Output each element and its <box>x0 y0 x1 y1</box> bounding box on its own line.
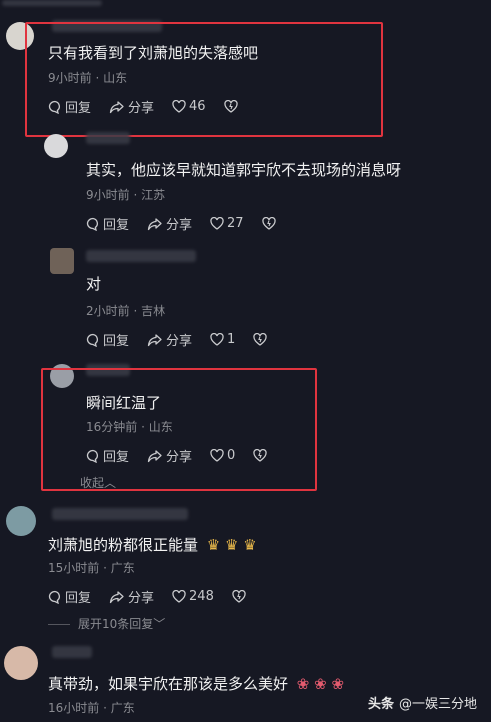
broken-heart-icon <box>261 217 276 230</box>
username[interactable] <box>52 508 188 520</box>
reply-icon <box>86 333 98 347</box>
watermark: 头条 @一娱三分地 <box>368 693 477 712</box>
highlight-box <box>41 368 317 491</box>
dislike-button[interactable] <box>261 217 279 230</box>
reply-icon <box>86 217 98 231</box>
username[interactable] <box>86 132 130 144</box>
avatar[interactable] <box>4 646 38 680</box>
heart-icon <box>210 217 224 230</box>
like-count: 248 <box>189 589 214 604</box>
comment-meta: 2小时前 · 吉林 <box>86 304 166 318</box>
reply-label: 回复 <box>103 334 130 349</box>
watermark-account: @一娱三分地 <box>398 697 477 712</box>
share-button[interactable]: 分享 <box>147 214 192 233</box>
rose-emoji-icon: ❀ ❀ ❀ <box>296 675 345 693</box>
broken-heart-icon <box>232 590 246 603</box>
comment-meta: 9小时前 · 江苏 <box>86 188 166 202</box>
share-icon <box>109 590 124 603</box>
heart-icon <box>210 333 224 346</box>
like-button[interactable]: 27 <box>210 216 244 231</box>
share-button[interactable]: 分享 <box>147 330 192 349</box>
comment-meta: 16小时前 · 广东 <box>48 701 135 715</box>
avatar[interactable] <box>50 248 74 274</box>
heart-icon <box>172 590 186 603</box>
like-count: 27 <box>227 216 244 231</box>
reply-icon <box>48 590 60 604</box>
share-label: 分享 <box>166 334 193 349</box>
comment-actions: 回复 分享 248 <box>48 587 267 606</box>
watermark-brand: 头条 <box>367 697 394 712</box>
comment-actions: 回复 分享 1 <box>86 330 288 349</box>
broken-heart-icon <box>253 333 267 346</box>
reply-label: 回复 <box>65 591 92 606</box>
expand-divider <box>48 624 70 625</box>
reply-button[interactable]: 回复 <box>86 330 129 349</box>
reply-label: 回复 <box>103 218 130 233</box>
comment-text: 刘萧旭的粉都很正能量 ♛ ♛ ♛ <box>48 534 257 555</box>
highlight-box <box>25 22 383 137</box>
username[interactable] <box>52 646 92 658</box>
comment-text: 其实，他应该早就知道郭宇欣不去现场的消息呀 <box>86 161 402 179</box>
like-count: 1 <box>227 332 236 347</box>
comment-text-content: 真带劲，如果宇欣在那该是多么美好 <box>48 675 289 693</box>
comment-meta: 15小时前 · 广东 <box>48 561 135 575</box>
share-button[interactable]: 分享 <box>109 587 154 606</box>
top-cutoff-text <box>2 0 102 6</box>
collapse-label: 收起 <box>80 476 105 490</box>
share-icon <box>147 217 162 230</box>
chevron-down-icon: ﹀ <box>153 617 166 631</box>
share-label: 分享 <box>166 218 193 233</box>
like-button[interactable]: 1 <box>210 332 235 347</box>
dislike-button[interactable] <box>253 333 270 346</box>
dislike-button[interactable] <box>232 590 249 603</box>
collapse-replies-link[interactable]: 收起︿ <box>80 474 116 491</box>
comment-text: 对 <box>86 275 102 293</box>
username[interactable] <box>86 250 196 262</box>
comment-text-content: 刘萧旭的粉都很正能量 <box>48 536 199 554</box>
comment-actions: 回复 分享 27 <box>86 214 297 233</box>
avatar[interactable] <box>6 506 36 536</box>
reply-button[interactable]: 回复 <box>86 214 129 233</box>
expand-label: 展开10条回复 <box>78 617 154 631</box>
avatar[interactable] <box>44 134 68 158</box>
comment-text: 真带劲，如果宇欣在那该是多么美好 ❀ ❀ ❀ <box>48 673 344 694</box>
like-button[interactable]: 248 <box>172 589 214 604</box>
share-label: 分享 <box>128 591 155 606</box>
share-icon <box>147 333 162 346</box>
trophy-emoji-icon: ♛ ♛ ♛ <box>206 536 257 554</box>
reply-button[interactable]: 回复 <box>48 587 91 606</box>
chevron-up-icon: ︿ <box>104 476 117 490</box>
expand-replies-link[interactable]: 展开10条回复﹀ <box>48 615 165 632</box>
